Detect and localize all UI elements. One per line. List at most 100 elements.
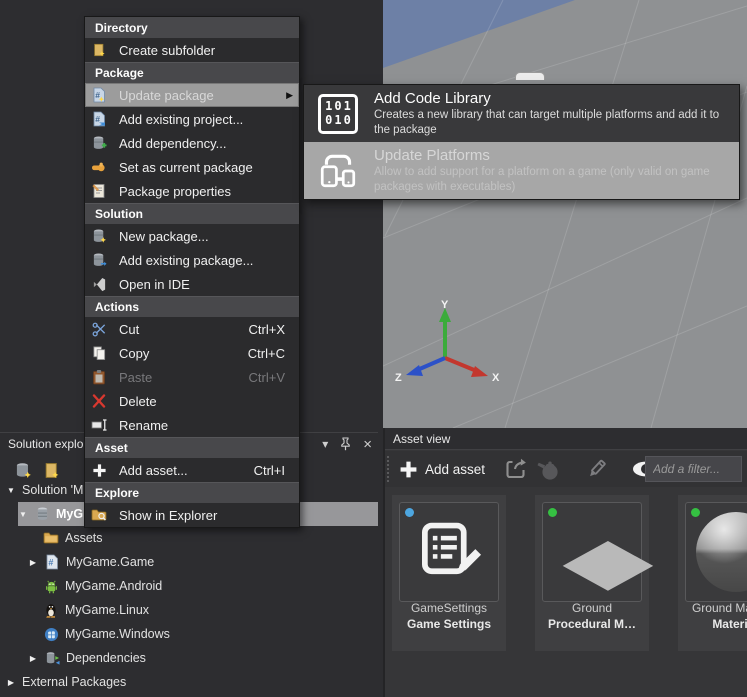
android-icon (43, 578, 59, 594)
svg-text:#: # (48, 558, 53, 568)
tree-item-external-packages[interactable]: ▶ External Packages (6, 670, 126, 694)
submenu-item-title: Add Code Library (374, 90, 726, 108)
asset-tile-gamesettings[interactable]: GameSettings Game Settings (392, 495, 506, 651)
binary-code-icon: 101010 (316, 92, 360, 136)
submenu-item-description: Allow to add support for a platform on a… (374, 165, 726, 194)
menu-item-add-existing-package[interactable]: Add existing package... (85, 248, 299, 272)
asset-tile-ground-material[interactable]: Ground Material Material (678, 495, 747, 651)
windows-icon (43, 626, 59, 642)
submenu-arrow-icon: ▶ (286, 90, 293, 101)
toolbar-grip[interactable] (387, 456, 393, 482)
package-icon (34, 506, 50, 522)
axis-x-label: X (492, 372, 500, 384)
menu-item-open-in-ide[interactable]: Open in IDE (85, 272, 299, 296)
copy-icon (91, 345, 107, 361)
menu-section-actions: Actions (85, 296, 299, 317)
asset-thumbnail (399, 502, 499, 602)
menu-item-new-package[interactable]: New package... (85, 224, 299, 248)
folder-icon (43, 530, 59, 546)
tree-item-solution[interactable]: ▼ Solution 'M (6, 478, 83, 502)
menu-item-show-in-explorer[interactable]: Show in Explorer (85, 503, 299, 527)
expander-down-icon[interactable]: ▼ (18, 510, 28, 519)
viewport-collapse-handle[interactable] (515, 72, 545, 80)
asset-filter-input[interactable] (645, 456, 742, 482)
export-asset-icon[interactable] (503, 457, 528, 481)
axis-y-label: Y (441, 299, 449, 311)
game-editor-window: Y X Z Solution explo ▾ × (0, 0, 747, 697)
scene-viewport[interactable]: Y X Z (383, 0, 747, 428)
tree-item-mygame-game[interactable]: ▶ # MyGame.Game (28, 550, 154, 574)
tree-item-assets[interactable]: Assets (43, 526, 103, 550)
teapot-icon[interactable] (535, 458, 562, 481)
menu-section-package: Package (85, 62, 299, 83)
expander-right-icon[interactable]: ▶ (6, 678, 16, 687)
expander-right-icon[interactable]: ▶ (28, 654, 38, 663)
menu-item-add-asset[interactable]: Add asset... Ctrl+I (85, 458, 299, 482)
asset-name: GameSettings (392, 601, 506, 615)
solution-explorer-title: Solution explo (8, 437, 83, 451)
status-dot-green (691, 508, 700, 517)
submenu-item-title: Update Platforms (374, 147, 726, 165)
svg-text:#: # (95, 90, 100, 100)
panel-menu-chevron-icon[interactable]: ▾ (322, 438, 328, 450)
menu-item-add-dependency[interactable]: Add dependency... (85, 131, 299, 155)
status-dot-green (548, 508, 557, 517)
show-in-explorer-icon (91, 507, 107, 523)
paste-clipboard-icon (91, 369, 107, 385)
tree-item-mygame-windows[interactable]: MyGame.Windows (43, 622, 170, 646)
update-package-submenu: 101010 Add Code Library Creates a new li… (303, 84, 740, 200)
asset-thumbnail (542, 502, 642, 602)
expander-down-icon[interactable]: ▼ (6, 486, 16, 495)
asset-name: Ground Material (678, 601, 747, 615)
settings-document-icon (418, 521, 482, 585)
asset-thumbnail (685, 502, 747, 602)
panel-close-icon[interactable]: × (363, 437, 372, 452)
create-subfolder-toolbar-icon[interactable] (42, 461, 60, 479)
cut-scissors-icon (91, 321, 107, 337)
tree-item-mygame-android[interactable]: MyGame.Android (43, 574, 162, 598)
add-existing-project-icon: # (91, 111, 107, 127)
asset-tile-ground[interactable]: Ground Procedural M… (535, 495, 649, 651)
panel-pin-icon[interactable] (340, 437, 351, 451)
plus-icon (399, 460, 418, 479)
material-sphere-icon (696, 512, 747, 592)
menu-item-paste[interactable]: Paste Ctrl+V (85, 365, 299, 389)
asset-type: Procedural M… (535, 617, 649, 631)
submenu-item-update-platforms[interactable]: Update Platforms Allow to add support fo… (304, 142, 739, 199)
tree-item-package-mygame[interactable]: ▼ MyG (18, 502, 83, 526)
menu-item-update-package[interactable]: # Update package ▶ (85, 83, 299, 107)
menu-item-add-existing-project[interactable]: # Add existing project... (85, 107, 299, 131)
submenu-item-description: Creates a new library that can target mu… (374, 108, 726, 137)
update-package-icon: # (91, 87, 107, 103)
expander-right-icon[interactable]: ▶ (28, 558, 38, 567)
tree-item-dependencies[interactable]: ▶ Dependencies (28, 646, 146, 670)
menu-item-create-subfolder[interactable]: Create subfolder (85, 38, 299, 62)
dependencies-icon (44, 650, 60, 666)
menu-item-copy[interactable]: Copy Ctrl+C (85, 341, 299, 365)
edit-pencil-icon[interactable] (584, 457, 609, 481)
add-asset-button[interactable]: Add asset (399, 460, 485, 479)
code-project-icon: # (44, 554, 60, 570)
submenu-item-add-code-library[interactable]: 101010 Add Code Library Creates a new li… (304, 85, 739, 142)
menu-item-rename[interactable]: Rename (85, 413, 299, 437)
asset-view-toolbar: Add asset (385, 451, 747, 487)
properties-icon (91, 183, 107, 199)
linux-penguin-icon (43, 602, 59, 618)
asset-view-titlebar[interactable]: Asset view (385, 428, 747, 450)
tree-item-mygame-linux[interactable]: MyGame.Linux (43, 598, 149, 622)
menu-item-set-as-current-package[interactable]: Set as current package (85, 155, 299, 179)
asset-view-panel: Asset view Add asset (383, 428, 747, 697)
new-package-icon[interactable] (14, 461, 32, 479)
menu-item-delete[interactable]: Delete (85, 389, 299, 413)
asset-name: Ground (535, 601, 649, 615)
asset-view-title: Asset view (393, 432, 450, 446)
asset-type: Game Settings (392, 617, 506, 631)
context-menu: Directory Create subfolder Package # Upd… (84, 16, 300, 528)
menu-item-cut[interactable]: Cut Ctrl+X (85, 317, 299, 341)
ide-logo-icon (91, 276, 107, 292)
axis-gizmo: Y X Z (393, 298, 505, 394)
devices-icon (316, 149, 360, 193)
add-existing-package-icon (91, 252, 107, 268)
pointing-hand-icon (91, 159, 107, 175)
menu-item-package-properties[interactable]: Package properties (85, 179, 299, 203)
